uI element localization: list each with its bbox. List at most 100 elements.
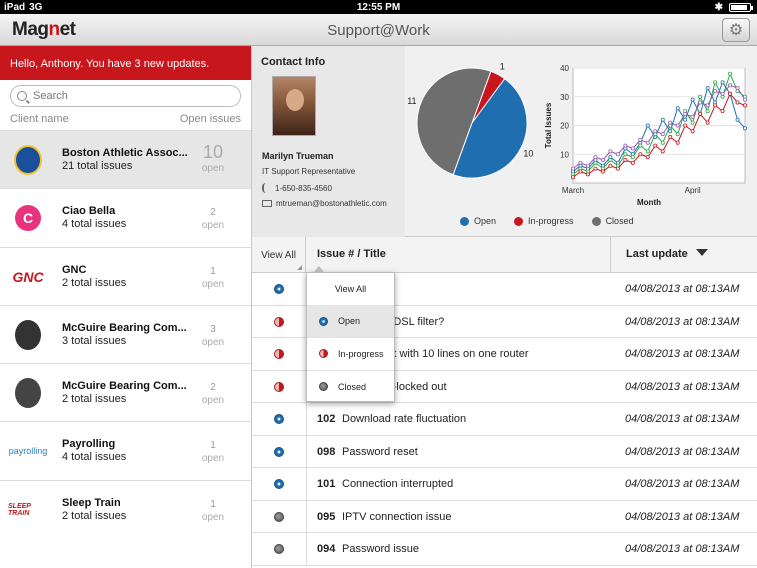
client-name: GNC [62,263,87,276]
client-open-label: open [201,163,225,174]
client-row-ciao-bella[interactable]: C Ciao Bella 4 total issues 2 open [0,188,251,246]
client-name: Ciao Bella [62,205,116,218]
client-name: Sleep Train [62,496,121,509]
client-total: 2 total issues [62,393,127,406]
issue-number: 101 [317,478,336,490]
series-point-2 [728,91,733,96]
client-row-gnc[interactable]: GNC GNC 2 total issues 1 open [0,246,251,305]
column-open-issues: Open issues [179,113,241,125]
client-open-count: 10 [202,142,224,162]
client-total: 2 total issues [62,276,127,289]
greeting-banner[interactable]: Hello, Anthony. You have 3 new updates. [0,46,251,80]
series-point-1 [660,140,665,145]
series-point-3 [578,160,583,165]
closed-status-icon [274,544,284,554]
client-row-mcguire-1[interactable]: McGuire Bearing Com... 3 total issues 3 … [0,304,251,363]
series-point-1 [645,149,650,154]
series-point-1 [608,158,613,163]
series-point-3 [623,143,628,148]
client-total: 4 total issues [62,218,127,231]
issue-date: 04/08/2013 at 08:13AM [625,348,740,360]
legend-closed-swatch [591,216,601,226]
sort-desc-icon [695,249,708,256]
y-tick-label: 20 [560,122,569,131]
issue-row[interactable]: 101 Connection interrupted 04/08/2013 at 0… [252,468,757,501]
search-input[interactable] [33,90,223,102]
series-point-2 [713,103,718,108]
series-point-2 [660,149,665,154]
client-row-mcguire-2[interactable]: McGuire Bearing Com... 2 total issues 2 … [0,363,251,421]
contact-email[interactable]: mtrueman@bostonathletic.com [262,199,387,208]
series-point-1 [593,160,598,165]
contact-phone[interactable]: 1-650-835-4560 [262,183,332,193]
payrolling-logo: payrolling [8,446,48,457]
y-tick-label: 10 [560,150,569,159]
filter-closed[interactable]: Closed [307,371,394,404]
battery-fill [731,4,748,10]
series-point-0 [742,126,747,131]
issue-row[interactable]: 098 Password reset 04/08/2013 at 08:13AM [252,435,757,468]
series-point-1 [690,120,695,125]
x-tick-label: March [562,186,584,195]
series-point-0 [735,117,740,122]
in-progress-status-icon [274,316,284,327]
series-point-2 [720,109,725,114]
client-open-count: 1 [210,265,216,277]
client-total: 21 total issues [62,160,133,172]
column-client-name: Client name [10,113,69,125]
client-row-boston[interactable]: Boston Athletic Assoc... 21 total issues… [0,130,251,189]
client-row-payrolling[interactable]: payrolling Payrolling 4 total issues 1 o… [0,421,251,479]
client-total: 3 total issues [62,334,127,347]
series-point-0 [645,123,650,128]
view-all-filter-button[interactable]: View All [252,237,306,273]
legend-closed: Closed [591,216,634,226]
client-open-count: 2 [210,207,216,219]
series-point-2 [593,166,598,171]
legend-in-progress-swatch [514,216,524,226]
issue-row[interactable]: 095 IPTV connection issue 04/08/2013 at 08… [252,500,757,533]
filter-open[interactable]: Open [307,305,394,338]
mcguire-logo-2 [8,376,48,410]
client-row-sleep-train[interactable]: SLEEP TRAIN Sleep Train 2 total issues 1… [0,479,251,538]
client-name: McGuire Bearing Com... [62,380,187,393]
client-total: 4 total issues [62,451,127,464]
pie-label: 11 [407,96,416,106]
boston-athletic-logo [8,143,48,177]
status-filter-menu: View All Open In-progress Closed [306,266,395,404]
series-point-3 [653,129,658,134]
issue-date: 04/08/2013 at 08:13AM [625,283,740,295]
settings-button[interactable]: ⚙ [722,18,750,42]
series-point-2 [742,103,747,108]
series-point-0 [660,117,665,122]
issue-row[interactable]: 102 Download rate fluctuation 04/08/2013 a… [252,403,757,436]
series-point-3 [630,146,635,151]
search-icon [17,91,27,101]
client-open-count: 1 [210,498,216,510]
filter-view-all[interactable]: View All [307,273,394,306]
series-point-3 [585,163,590,168]
issue-row[interactable]: 094 Password issue 04/08/2013 at 08:13AM [252,533,757,566]
sort-last-update-button[interactable]: Last update [610,237,757,273]
client-open-label: open [201,395,225,407]
search-box[interactable] [10,85,241,107]
series-point-1 [698,94,703,99]
contact-card: Contact Info Marilyn Trueman IT Support … [252,46,405,237]
series-point-2 [630,160,635,165]
series-point-2 [615,166,620,171]
closed-status-icon [319,382,328,392]
client-name: McGuire Bearing Com... [62,321,187,334]
series-point-2 [653,143,658,148]
issue-date: 04/08/2013 at 08:13AM [625,413,740,425]
series-point-3 [615,152,620,157]
filter-in-progress[interactable]: In-progress [307,338,394,371]
issue-title: Connection interrupted [342,478,454,490]
series-point-3 [720,91,725,96]
issue-number: 098 [317,445,336,458]
client-open-label: open [201,336,225,348]
series-point-0 [690,97,695,102]
series-point-0 [705,86,710,91]
series-point-2 [578,169,583,174]
filter-open-label: Open [338,316,361,327]
legend-in-progress-label: In-progress [528,216,574,226]
series-point-1 [705,109,710,114]
